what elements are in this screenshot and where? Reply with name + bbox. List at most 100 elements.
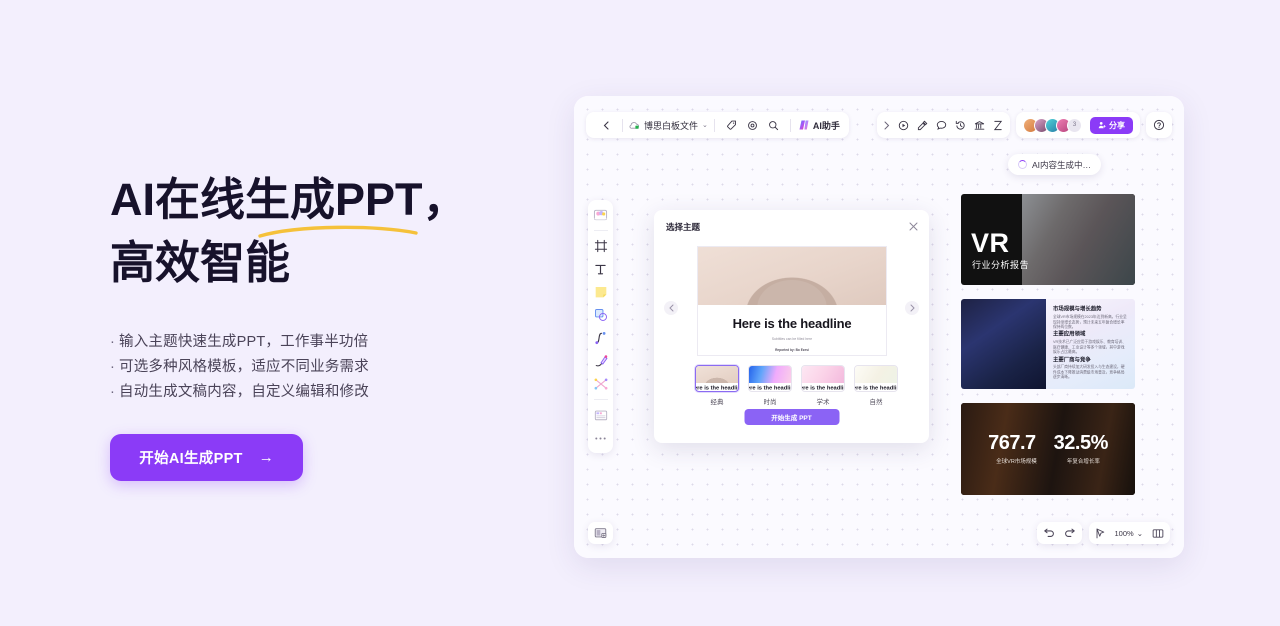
curve-tool-button[interactable]	[591, 328, 611, 348]
search-icon	[768, 120, 778, 130]
share-button[interactable]: 分享	[1090, 116, 1133, 134]
tag-button[interactable]	[721, 112, 742, 138]
undo-button[interactable]	[1043, 528, 1055, 539]
status-text: AI内容生成中…	[1032, 159, 1092, 170]
theme-thumbnail[interactable]: Here is the headline	[801, 365, 845, 392]
slide-headline: Here is the headline	[732, 316, 852, 331]
divider	[593, 230, 608, 231]
zoom-level-dropdown[interactable]: 100% ⌄	[1115, 529, 1143, 538]
search-button[interactable]	[763, 112, 784, 138]
minimap-button[interactable]	[1152, 528, 1164, 539]
content-text-column: 市场规模与增长趋势 全球VR市场规模在2023年达到新高，行业呈现持续增长态势，…	[1046, 299, 1135, 389]
content-photo	[961, 299, 1046, 389]
frame-tool-button[interactable]	[591, 236, 611, 256]
redo-button[interactable]	[1064, 528, 1076, 539]
zoom-level-value: 100%	[1114, 528, 1134, 538]
bullet-marker: ·	[110, 384, 116, 400]
landing-page: AI在线生成PPT， 高效智能 · 输入主题快速生成PPT，工作事半功倍 · 可选多…	[0, 0, 1280, 626]
close-button[interactable]	[908, 219, 919, 231]
feature-list: · 输入主题快速生成PPT，工作事半功倍 · 可选多种风格模板，适应不同业务需求 ·…	[110, 330, 530, 405]
share-label: 分享	[1109, 120, 1125, 130]
list-item: · 自动生成文稿内容，自定义编辑和修改	[110, 380, 530, 405]
cta-label: 开始AI生成PPT	[139, 451, 243, 467]
table-tool-button[interactable]	[591, 405, 611, 425]
slide-subtitle: Subtitles can be filled here	[771, 337, 813, 341]
theme-option[interactable]: Here is the headline 学术	[801, 365, 845, 406]
stat-value: 767.7	[988, 432, 1036, 454]
pointer-button[interactable]	[1095, 528, 1106, 539]
present-button[interactable]	[917, 120, 928, 131]
back-button[interactable]	[595, 112, 616, 138]
theme-thumbnail[interactable]: Here is the headline	[854, 365, 898, 392]
theme-option[interactable]: Here is the headline 经典	[695, 365, 739, 406]
file-name-dropdown[interactable]: 博思白板文件 ⌄	[629, 112, 708, 138]
thumb-image	[802, 366, 844, 383]
text-icon	[595, 264, 606, 274]
share-user-icon	[1098, 122, 1106, 129]
template-bank-button[interactable]	[974, 120, 985, 131]
history-button[interactable]	[955, 120, 966, 131]
chevron-down-icon: ⌄	[1136, 528, 1143, 538]
generate-ppt-button[interactable]: 开始生成 PPT	[744, 409, 839, 425]
close-icon	[909, 222, 918, 231]
theme-label: 自然	[869, 399, 883, 406]
prev-theme-button[interactable]	[664, 301, 678, 315]
feature-text: 输入主题快速生成PPT，工作事半功倍	[119, 334, 369, 350]
expand-toolbar-button[interactable]	[884, 121, 890, 130]
text-tool-button[interactable]	[591, 259, 611, 279]
theme-option[interactable]: Here is the headline 自然	[854, 365, 898, 406]
toolbar-bottom-right: 100% ⌄	[1036, 522, 1170, 544]
cover-text: VR 行业分析报告	[961, 194, 1135, 285]
status-badge: AI内容生成中…	[1008, 154, 1102, 175]
comment-button[interactable]	[936, 120, 947, 131]
help-circle-icon	[1153, 119, 1165, 131]
toolbar-top-right: 3 分享	[877, 112, 1172, 138]
divider	[713, 118, 715, 132]
bullet-marker: ·	[110, 359, 116, 375]
ai-assistant-button[interactable]: AI助手	[797, 112, 840, 138]
connector-tool-button[interactable]	[591, 374, 611, 394]
slide-card-content[interactable]: 市场规模与增长趋势 全球VR市场规模在2023年达到新高，行业呈现持续增长态势，…	[961, 299, 1135, 389]
shape-icon	[594, 309, 607, 321]
more-tools-button[interactable]	[993, 120, 1003, 131]
pointer-icon	[1096, 528, 1104, 538]
slide-card-stats[interactable]: 767.7 32.5% 全球VR市场规模 年复合增长率	[961, 403, 1135, 495]
start-ai-ppt-button[interactable]: 开始AI生成PPT →	[110, 434, 303, 481]
avatar-stack[interactable]: 3	[1023, 117, 1082, 133]
help-button[interactable]	[1146, 112, 1172, 138]
divider	[622, 118, 623, 132]
list-item: · 输入主题快速生成PPT，工作事半功倍	[110, 330, 530, 355]
shape-tool-button[interactable]	[591, 305, 611, 325]
hero-title-line-2: 高效智能	[110, 237, 291, 288]
play-button[interactable]	[898, 120, 909, 131]
next-theme-button[interactable]	[905, 301, 919, 315]
avatar-overflow-count[interactable]: 3	[1067, 117, 1082, 133]
play-circle-icon	[898, 120, 909, 130]
connector-icon	[594, 378, 607, 390]
stats-labels: 全球VR市场规模 年复合增长率	[961, 457, 1135, 465]
theme-thumbnail[interactable]: Here is the headline	[748, 365, 792, 392]
presenter-icon	[917, 120, 928, 130]
theme-thumbnail[interactable]: Here is the headline	[695, 365, 739, 392]
hero-title-line-1: AI在线生成PPT，	[110, 174, 468, 225]
history-icon	[955, 120, 965, 130]
collaborators-group: 3 分享	[1016, 112, 1140, 138]
minimap-icon	[1152, 528, 1164, 538]
image-tool-button[interactable]	[591, 205, 611, 225]
layers-panel-button[interactable]	[588, 522, 613, 544]
sticky-note-tool-button[interactable]	[591, 282, 611, 302]
more-tools-button[interactable]	[591, 428, 611, 448]
pen-tool-button[interactable]	[591, 351, 611, 371]
cloud-icon	[629, 121, 639, 129]
curve-icon	[594, 332, 605, 345]
theme-option[interactable]: Here is the headline 时尚	[748, 365, 792, 406]
slide-card-cover[interactable]: VR 行业分析报告	[961, 194, 1135, 285]
ai-sparkle-icon	[799, 120, 809, 130]
theme-label: 学术	[816, 399, 830, 406]
settings-button[interactable]	[742, 112, 763, 138]
arrow-right-icon: →	[258, 449, 274, 466]
modal-title: 选择主题	[666, 222, 701, 232]
more-icon	[595, 436, 606, 440]
pen-icon	[595, 355, 608, 367]
hero-section: AI在线生成PPT， 高效智能 · 输入主题快速生成PPT，工作事半功倍 · 可选多…	[110, 168, 530, 405]
